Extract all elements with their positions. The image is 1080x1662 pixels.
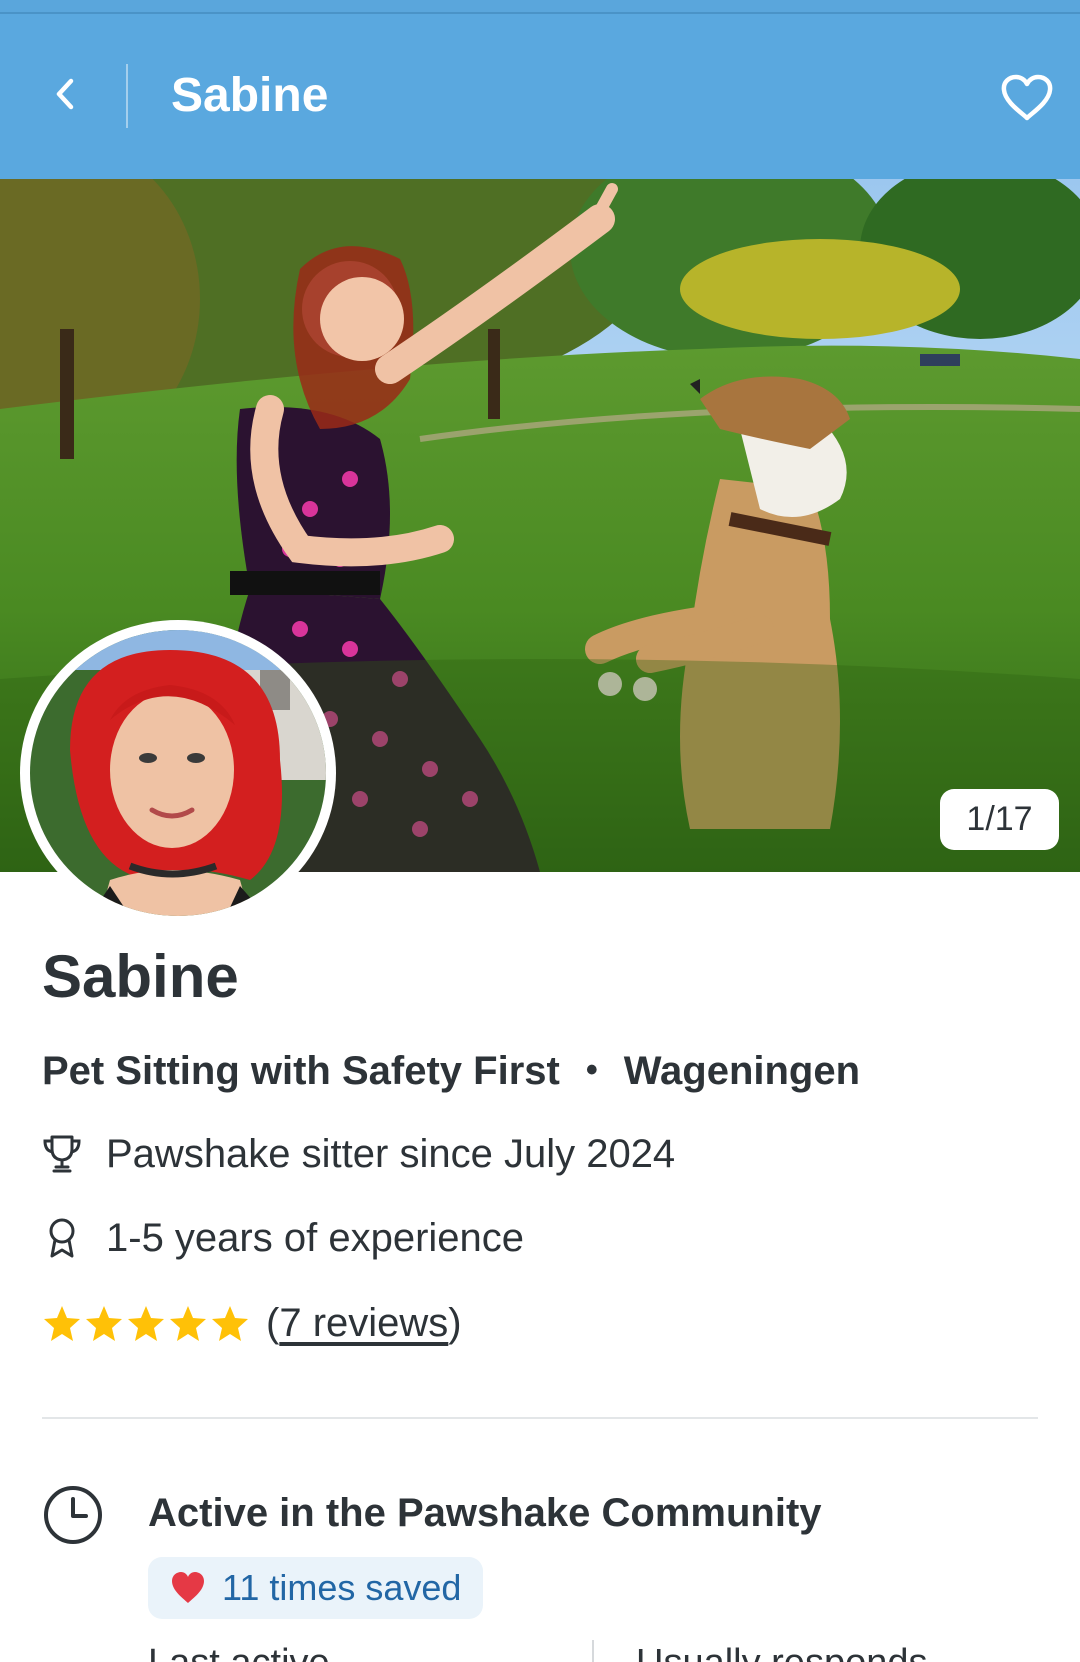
section-divider: [42, 1417, 1038, 1419]
avatar[interactable]: [20, 620, 336, 926]
community-title: Active in the Pawshake Community: [148, 1491, 822, 1535]
last-active-label: Last active: [148, 1638, 330, 1662]
heart-outline-icon: [1001, 74, 1053, 121]
star-rating: [42, 1303, 250, 1343]
profile-tagline: Pet Sitting with Safety First: [42, 1049, 560, 1093]
rating-row: (7 reviews): [42, 1298, 462, 1348]
stats-separator: [592, 1640, 594, 1662]
award-ribbon-icon: [42, 1216, 82, 1260]
reviews-open-paren: (: [266, 1301, 280, 1345]
heart-filled-icon: [172, 1572, 204, 1603]
top-app-bar: Sabine: [0, 14, 1080, 179]
star-icon: [128, 1306, 164, 1341]
times-saved-badge: 11 times saved: [148, 1557, 484, 1619]
star-icon: [212, 1306, 248, 1341]
reviews-link[interactable]: (7 reviews): [266, 1298, 462, 1348]
responds-label: Usually responds: [636, 1638, 927, 1662]
star-icon: [44, 1306, 80, 1341]
sitter-since-row: Pawshake sitter since July 2024: [42, 1129, 675, 1179]
reviews-link-label: 7 reviews: [279, 1301, 449, 1345]
status-bar-strip: [0, 0, 1080, 14]
experience-row: 1-5 years of experience: [42, 1213, 524, 1263]
star-icon: [170, 1306, 206, 1341]
experience-text: 1-5 years of experience: [106, 1216, 525, 1260]
avatar-image: [30, 630, 326, 916]
back-button[interactable]: [40, 64, 90, 124]
trophy-icon: [42, 1132, 82, 1176]
header-divider: [126, 64, 128, 128]
profile-location: Wageningen: [623, 1049, 861, 1093]
page-title: Sabine: [171, 69, 329, 122]
profile-name: Sabine: [42, 943, 239, 1010]
photo-counter-badge: 1/17: [940, 789, 1059, 850]
times-saved-text: 11 times saved: [222, 1567, 462, 1608]
clock-icon: [44, 1486, 102, 1544]
star-icon: [86, 1306, 122, 1341]
chevron-left-icon: [56, 78, 74, 110]
sitter-since-text: Pawshake sitter since July 2024: [106, 1132, 676, 1176]
separator-dot: •: [585, 1051, 598, 1089]
reviews-close-paren: ): [448, 1301, 462, 1345]
favorite-button[interactable]: [996, 70, 1058, 126]
tagline-row: Pet Sitting with Safety First • Wageningen: [42, 1045, 860, 1096]
